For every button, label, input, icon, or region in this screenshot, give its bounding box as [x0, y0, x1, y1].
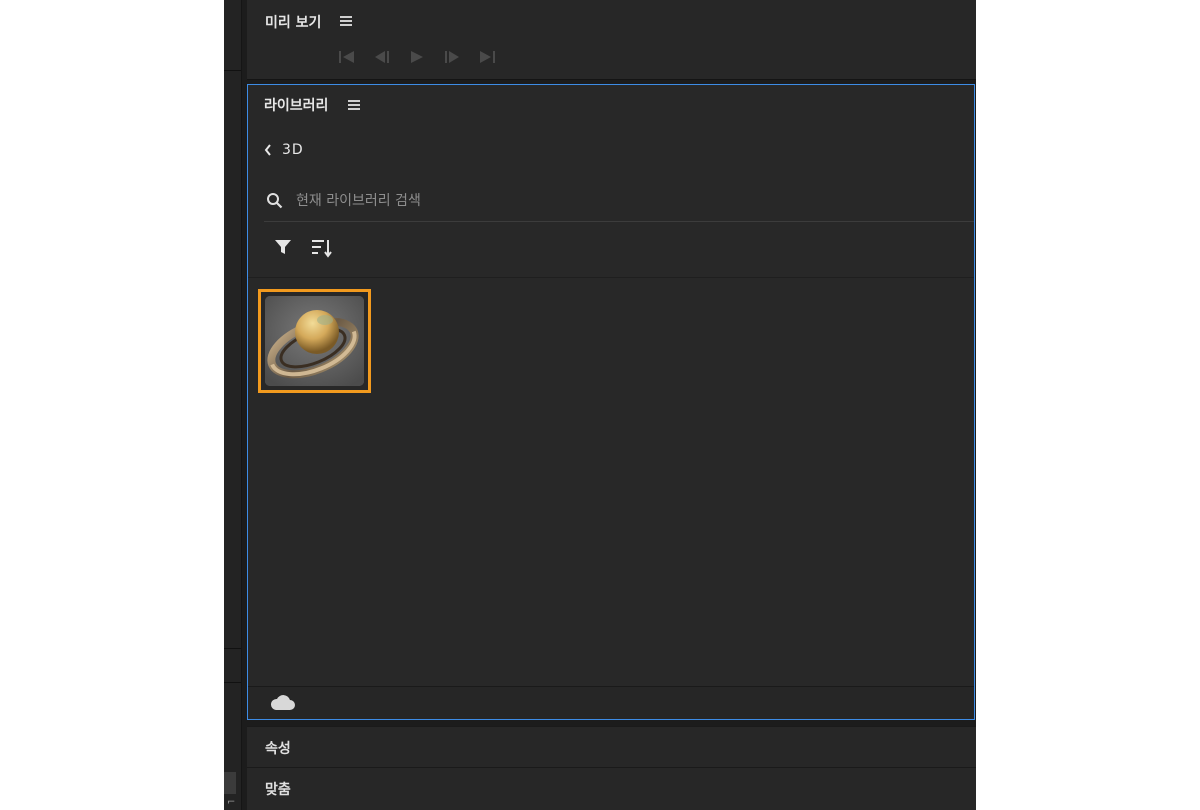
skip-to-start-icon[interactable] [338, 50, 356, 64]
planet-image [265, 296, 364, 386]
skip-to-end-icon[interactable] [478, 50, 496, 64]
step-back-icon[interactable] [373, 50, 391, 64]
fit-panel-header[interactable]: 맞춤 [247, 767, 976, 810]
library-toolbar [248, 221, 974, 278]
properties-panel-title[interactable]: 속성 [265, 738, 291, 758]
preview-panel-menu-icon[interactable] [340, 16, 352, 26]
asset-thumbnail [265, 296, 364, 386]
left-dock-divider [224, 648, 241, 649]
filter-icon[interactable] [274, 239, 292, 255]
left-dock-divider [224, 70, 241, 71]
properties-panel-header[interactable]: 속성 [247, 726, 976, 767]
cloud-icon[interactable] [270, 695, 296, 711]
left-dock-strip: ⌐ [224, 0, 242, 810]
breadcrumb-label[interactable]: 3D [282, 142, 304, 158]
preview-panel: 미리 보기 [247, 0, 976, 80]
library-panel-title: 라이브러리 [264, 98, 329, 114]
library-panel: 라이브러리 3D [247, 84, 975, 720]
play-icon[interactable] [408, 50, 426, 64]
preview-panel-title: 미리 보기 [265, 15, 322, 31]
library-footer [248, 686, 974, 719]
sort-icon[interactable] [311, 238, 333, 258]
library-panel-menu-icon[interactable] [348, 100, 360, 110]
breadcrumb[interactable]: 3D [264, 142, 304, 158]
fit-panel-title[interactable]: 맞춤 [265, 779, 291, 799]
search-input[interactable] [294, 189, 698, 213]
application-window: ⌐ 미리 보기 라이브러리 3D 현재 라이브러리 검색 속성 맞춤 [224, 0, 976, 810]
planet-3d-asset[interactable] [258, 289, 371, 393]
step-forward-icon[interactable] [443, 50, 461, 64]
dock-handle[interactable] [224, 772, 236, 794]
search-bar [264, 185, 974, 222]
transport-controls [338, 50, 496, 64]
chevron-left-icon[interactable] [264, 144, 272, 156]
dock-corner-icon: ⌐ [227, 797, 236, 808]
left-dock-divider [224, 682, 241, 683]
search-icon [267, 193, 283, 209]
